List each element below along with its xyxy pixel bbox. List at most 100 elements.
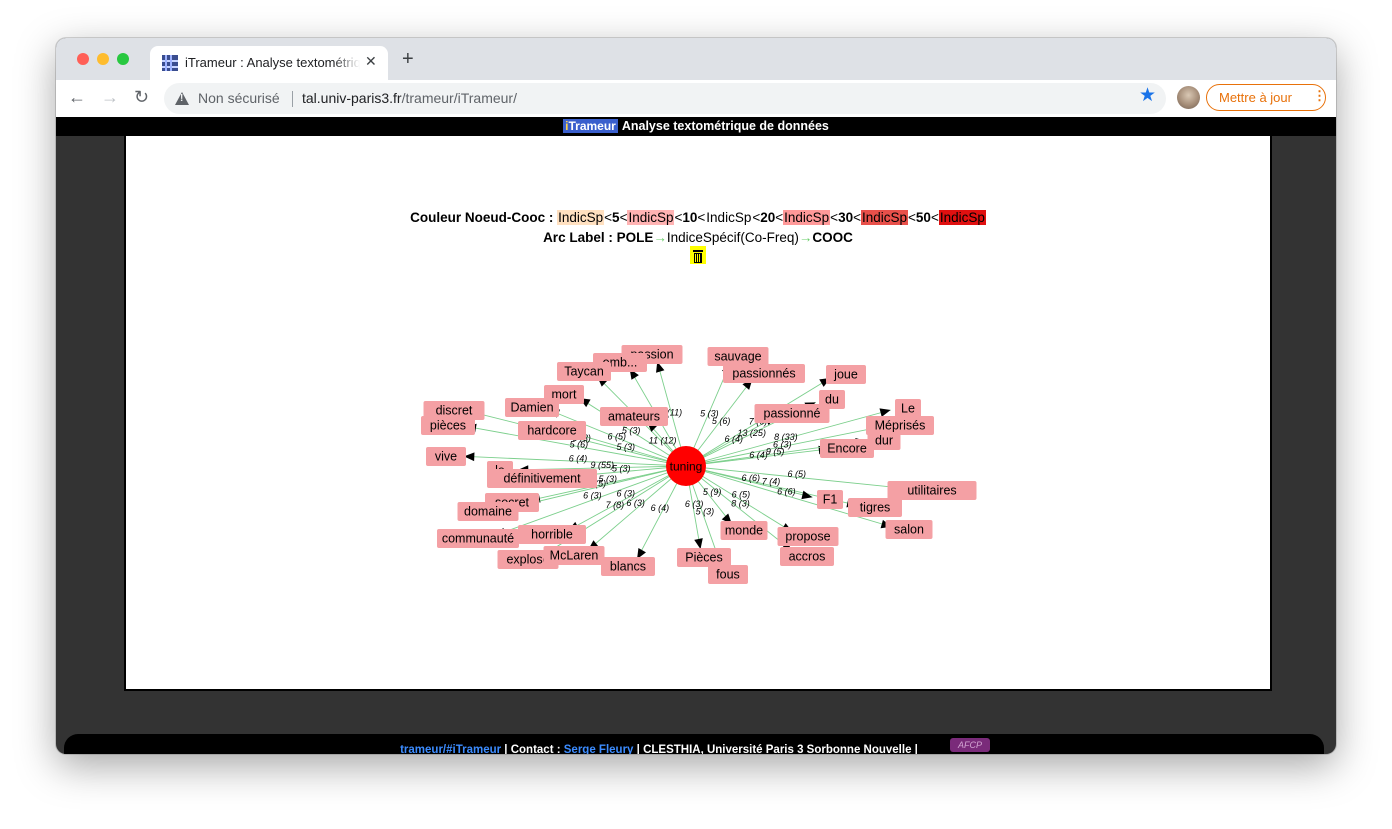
node-label-20: fous	[716, 568, 740, 582]
node-label-19: Pièces	[685, 551, 723, 565]
node-26[interactable]: F1	[817, 490, 843, 509]
node-35[interactable]: passionnés	[723, 364, 805, 383]
edge-arrow-19	[694, 538, 703, 550]
node-33[interactable]: joue	[826, 365, 866, 384]
back-arrow-icon[interactable]: ←	[68, 87, 86, 108]
center-node[interactable]: tuning	[666, 446, 706, 486]
edge-label-31: 8 (33)	[774, 432, 798, 442]
browser-tab[interactable]: iTrameur : Analyse textométrique de donn…	[150, 46, 388, 80]
footer-text: trameur/#iTrameur | Contact : Serge Fleu…	[64, 744, 1254, 754]
node-label-22: propose	[785, 530, 830, 544]
node-label-4: Damien	[510, 401, 553, 415]
node-label-25: tigres	[860, 501, 891, 515]
node-2[interactable]: Taycan	[557, 362, 611, 381]
node-label-31: Le	[901, 402, 915, 416]
node-27[interactable]: utilitaires	[887, 481, 977, 500]
node-label-2: Taycan	[564, 365, 604, 379]
node-36[interactable]: sauvage	[707, 347, 769, 366]
node-label-30: Méprisés	[875, 419, 926, 433]
afcp-logo[interactable]: AFCP	[950, 738, 990, 752]
node-22[interactable]: propose	[777, 527, 839, 546]
profile-avatar[interactable]	[1177, 86, 1200, 109]
node-label-26: F1	[823, 493, 838, 507]
node-6[interactable]: pièces	[421, 416, 475, 435]
security-label[interactable]: Non sécurisé	[198, 90, 280, 106]
footer-link-contact[interactable]: Serge Fleury	[564, 744, 634, 754]
bookmark-star-icon[interactable]: ★	[1139, 84, 1156, 107]
edge-label-6: 5 (6)	[570, 440, 589, 450]
tab-strip: iTrameur : Analyse textométrique de donn…	[56, 38, 1336, 80]
footer-sep-2: |	[636, 744, 640, 754]
close-window-button[interactable]	[77, 53, 89, 65]
brand-logo[interactable]: iTrameur	[563, 119, 618, 133]
node-11[interactable]: définitivement	[487, 469, 597, 488]
node-31[interactable]: Le	[895, 399, 921, 418]
center-node-label: tuning	[670, 460, 703, 474]
node-label-11: définitivement	[503, 472, 581, 486]
node-25[interactable]: tigres	[848, 498, 902, 517]
node-28[interactable]: Encore	[820, 439, 874, 458]
forward-arrow-icon[interactable]: →	[101, 87, 119, 108]
node-8[interactable]: hardcore	[518, 421, 586, 440]
reload-icon[interactable]: ↻	[134, 87, 149, 108]
node-24[interactable]: salon	[885, 520, 933, 539]
edge-label-16: 7 (8)	[606, 500, 625, 510]
tab-title: iTrameur : Analyse textométrique de donn…	[185, 55, 360, 70]
footer-sep-1: |	[504, 744, 508, 754]
node-9[interactable]: vive	[426, 447, 466, 466]
node-label-14: communauté	[442, 532, 514, 546]
node-label-24: salon	[894, 523, 924, 537]
node-18[interactable]: blancs	[601, 557, 655, 576]
edge-label-17: 6 (3)	[626, 498, 645, 508]
edge-label-7: 11 (12)	[649, 436, 677, 446]
browser-toolbar: ← → ↻ Non sécurisé tal.univ-paris3.fr/tr…	[56, 80, 1336, 117]
node-label-5: discret	[436, 404, 473, 418]
edge-label-21: 5 (9)	[703, 487, 722, 497]
edge-label-10: 9 (55)	[591, 460, 615, 470]
edge-label-23: 8 (3)	[731, 499, 750, 509]
update-button[interactable]: Mettre à jour ⋮	[1206, 84, 1326, 111]
contact-label: Contact :	[510, 744, 561, 754]
url-path: /trameur/iTrameur/	[401, 90, 517, 106]
footer-link-itrameur[interactable]: trameur/#iTrameur	[400, 744, 501, 754]
browser-window: iTrameur : Analyse textométrique de donn…	[56, 38, 1336, 754]
node-20[interactable]: fous	[708, 565, 748, 584]
node-label-15: horrible	[531, 528, 573, 542]
edge-label-26: 6 (6)	[742, 473, 761, 483]
node-7[interactable]: amateurs	[600, 407, 668, 426]
node-19[interactable]: Pièces	[677, 548, 731, 567]
update-label: Mettre à jour	[1219, 90, 1292, 105]
node-17[interactable]: McLaren	[543, 546, 605, 565]
node-label-9: vive	[435, 450, 457, 464]
edge-label-20: 5 (3)	[696, 507, 715, 517]
node-30[interactable]: Méprisés	[866, 416, 934, 435]
address-bar[interactable]: Non sécurisé tal.univ-paris3.fr/trameur/…	[164, 83, 1166, 114]
node-34[interactable]: passionné	[754, 404, 830, 423]
new-tab-button[interactable]: +	[402, 49, 414, 69]
node-label-28: Encore	[827, 442, 867, 456]
maximize-window-button[interactable]	[117, 53, 129, 65]
minimize-window-button[interactable]	[97, 53, 109, 65]
node-label-27: utilitaires	[907, 484, 956, 498]
itrameur-favicon-icon	[162, 55, 178, 71]
node-23[interactable]: accros	[780, 547, 834, 566]
url-text[interactable]: tal.univ-paris3.fr/trameur/iTrameur/	[302, 90, 517, 106]
tab-close-icon[interactable]: ✕	[365, 53, 377, 70]
affiliation: CLESTHIA, Université Paris 3 Sorbonne No…	[643, 744, 912, 754]
node-4[interactable]: Damien	[505, 398, 559, 417]
edge-label-34: 6 (4)	[724, 434, 743, 444]
edge-label-36: 5 (3)	[700, 409, 719, 419]
node-21[interactable]: monde	[720, 521, 768, 540]
app-title: Analyse textométrique de données	[621, 119, 829, 133]
edge-label-11: 5 (3)	[612, 463, 631, 473]
node-14[interactable]: communauté	[437, 529, 519, 548]
graph-panel: Couleur Noeud-Cooc : IndicSp<5<IndicSp<1…	[124, 136, 1272, 691]
node-label-34: passionné	[764, 407, 821, 421]
edge-label-25: 7 (4)	[762, 476, 781, 486]
warning-icon	[175, 92, 189, 105]
node-label-29: dur	[875, 434, 893, 448]
edge-label-8: 5 (3)	[616, 442, 635, 452]
node-15[interactable]: horrible	[518, 525, 586, 544]
cooccurrence-graph[interactable]: 6 (11)6 (3)5 (3)5 (3)6 (5)5 (3)5 (6)11 (…	[126, 136, 1270, 689]
node-13[interactable]: domaine	[457, 502, 519, 521]
